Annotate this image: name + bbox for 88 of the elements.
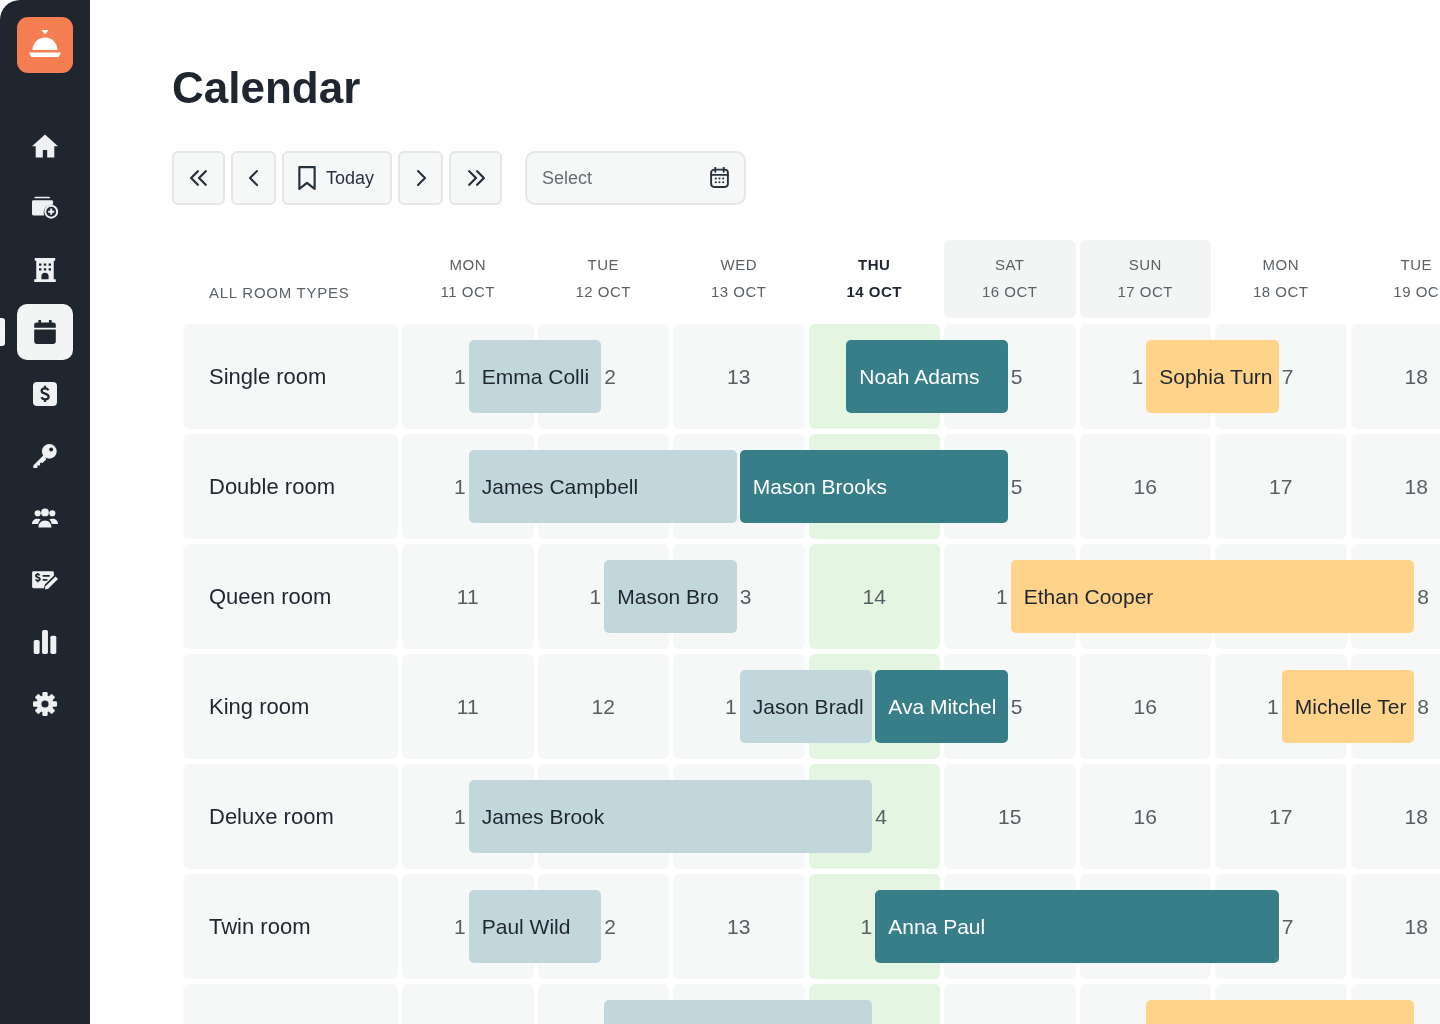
room-type-cell: King room (183, 654, 398, 759)
day-number: 1 (725, 693, 737, 720)
day-number: 14 (862, 583, 886, 610)
day-number: 1 (1131, 363, 1144, 390)
day-number: 1 (1267, 693, 1279, 720)
day-header: SUN 17 OCT (1079, 240, 1211, 318)
dollar-icon (32, 382, 58, 406)
day-number: 16 (1133, 693, 1157, 720)
date-field[interactable]: Select (525, 151, 747, 205)
day-number: 1 (589, 583, 602, 610)
day-number: 11 (456, 693, 479, 720)
day-number: 11 (456, 583, 479, 610)
today-button[interactable]: Today (282, 151, 393, 205)
day-number: 16 (1133, 473, 1157, 500)
booking-bar[interactable]: James Campbell (468, 450, 737, 523)
building-icon (32, 258, 58, 282)
day-number: 7 (1281, 363, 1294, 390)
day-number: 1 (454, 363, 466, 390)
day-number: 1 (860, 913, 873, 940)
cheque-pencil-icon (32, 568, 58, 592)
double-chevron-left-icon (189, 170, 208, 186)
column-heading: ALL ROOM TYPES (209, 283, 350, 303)
cards-plus-icon (32, 196, 58, 220)
booking-bar[interactable]: Ava Mitchel (875, 670, 1008, 743)
people-icon (32, 506, 58, 530)
booking-bar[interactable]: James Brook (468, 780, 873, 853)
day-number: 13 (727, 363, 751, 390)
calendar-icon (32, 320, 58, 344)
chevron-left-icon (248, 170, 259, 186)
day-header: WED 13 OCT (710, 255, 768, 302)
day-number: 8 (1417, 583, 1429, 610)
day-number: 12 (591, 693, 615, 720)
bookmark-icon (298, 166, 316, 190)
calendar-icon (710, 167, 730, 188)
booking-bar[interactable]: Mason Brooks (739, 450, 1008, 523)
day-number: 18 (1404, 363, 1428, 390)
double-back-button[interactable] (172, 151, 225, 205)
day-number: 17 (1269, 803, 1293, 830)
booking-bar[interactable]: Paul Wild (468, 890, 602, 963)
chevron-right-icon (415, 170, 426, 186)
day-number: 5 (1010, 363, 1023, 390)
day-number: 1 (996, 583, 1008, 610)
day-number: 16 (1133, 803, 1157, 830)
day-number: 17 (1269, 473, 1293, 500)
day-header: THU 14 OCT (845, 255, 903, 302)
booking-bar[interactable]: Anna Paul (875, 890, 1279, 963)
day-number: 1 (454, 803, 466, 830)
double-forward-button[interactable] (449, 151, 503, 205)
day-number: 1 (454, 913, 466, 940)
bar-chart-icon (32, 630, 58, 654)
day-number: 7 (1281, 913, 1294, 940)
room-type-cell: Deluxe room (183, 764, 398, 869)
key-icon (32, 444, 58, 468)
day-number: 2 (604, 913, 616, 940)
booking-bar[interactable]: Ethan Cooper (1010, 560, 1415, 633)
home-icon (32, 134, 58, 158)
day-header: MON 11 OCT (439, 255, 496, 302)
booking-bar[interactable]: Noah Adams (846, 340, 1008, 413)
room-type-cell: Double room (183, 434, 398, 539)
day-number: 13 (727, 913, 751, 940)
day-number: 18 (1404, 913, 1428, 940)
room-type-cell: Single room (183, 324, 398, 429)
day-header: TUE 19 OC (1392, 255, 1440, 302)
room-type-cell: Twin room (183, 874, 398, 979)
day-number: 5 (1010, 693, 1023, 720)
day-number: 15 (998, 803, 1022, 830)
booking-bar[interactable]: Mason Bro (604, 560, 737, 633)
day-number: 3 (739, 583, 752, 610)
booking-bar[interactable]: Jason Bradl (739, 670, 873, 743)
day-number: 18 (1404, 803, 1428, 830)
day-header: MON 18 OCT (1252, 255, 1310, 302)
page-title: Calendar (172, 62, 361, 114)
gear-icon (32, 692, 58, 716)
double-chevron-right-icon (466, 170, 485, 186)
bell-icon[interactable] (17, 17, 73, 73)
day-number: 5 (1010, 473, 1023, 500)
day-number: 1 (454, 473, 466, 500)
nav-item[interactable] (17, 304, 73, 360)
day-header: TUE 12 OCT (574, 255, 632, 302)
room-type-cell: Queen room (183, 544, 398, 649)
day-number: 2 (604, 363, 616, 390)
booking-bar[interactable]: Sophia Turn (1146, 340, 1279, 413)
day-number: 8 (1417, 693, 1429, 720)
booking-bar[interactable]: Michelle Ter (1281, 670, 1415, 743)
day-number: 4 (875, 803, 887, 830)
day-number: 18 (1404, 473, 1428, 500)
day-header: SAT 16 OCT (944, 240, 1076, 318)
booking-bar[interactable]: Emma Colli (468, 340, 602, 413)
